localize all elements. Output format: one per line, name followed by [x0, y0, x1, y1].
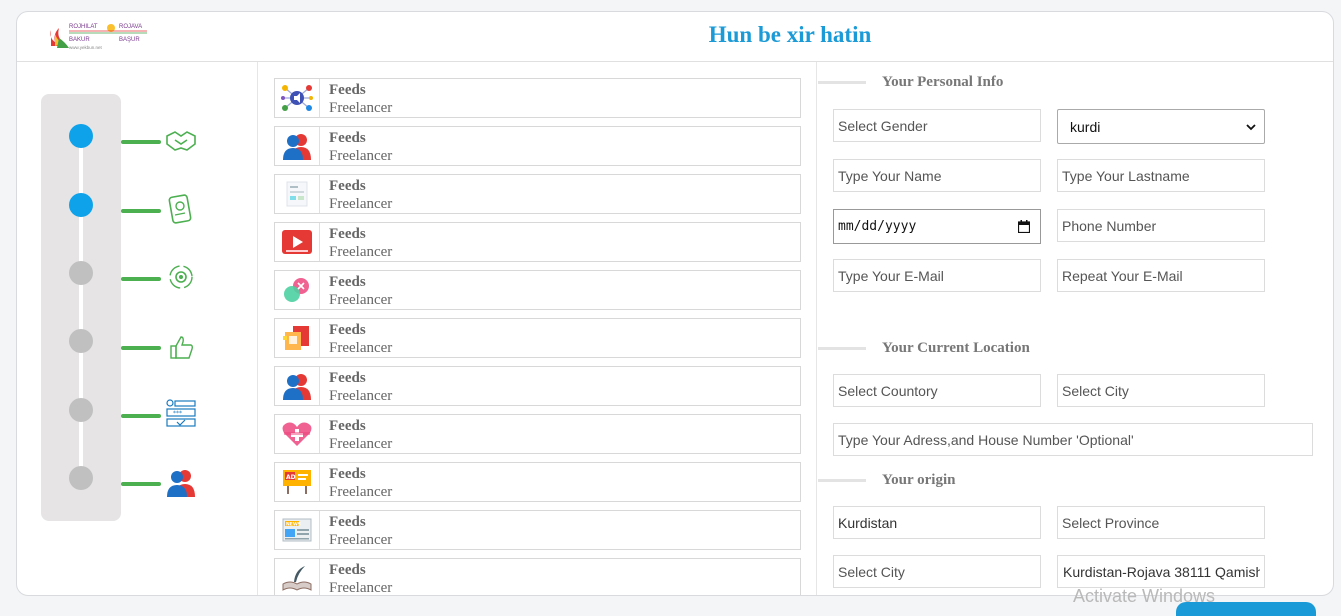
svg-text:AD: AD	[286, 474, 296, 481]
step-2-dot[interactable]	[69, 193, 93, 217]
feed-subtitle: Freelancer	[329, 196, 393, 212]
steps-line	[79, 134, 83, 479]
step-5-dot[interactable]	[69, 398, 93, 422]
svg-text:***: ***	[173, 410, 182, 417]
floating-action-button[interactable]	[1176, 602, 1316, 616]
feed-item[interactable]: Feeds Freelancer	[274, 414, 801, 454]
registration-form: Your Personal Info Select Gender kurdi T…	[818, 62, 1333, 595]
personal-info-header: Your Personal Info	[818, 74, 1003, 91]
registration-page: ROJHILAT ROJAVA BAKUR BAŞUR www.yekbun.n…	[16, 11, 1334, 596]
settings-cycle-icon[interactable]	[165, 262, 197, 292]
last-name-input[interactable]: Type Your Lastname	[1057, 159, 1265, 192]
feed-title: Feeds	[329, 178, 366, 194]
bubbles-icon	[284, 278, 309, 302]
step-3-connector	[121, 277, 161, 281]
feed-subtitle: Freelancer	[329, 100, 393, 116]
feed-subtitle: Freelancer	[329, 244, 393, 260]
svg-text:NEWS: NEWS	[286, 522, 301, 528]
steps-track	[41, 94, 121, 521]
feed-item[interactable]: NEWS Feeds Freelancer	[274, 510, 801, 550]
network-speaker-icon	[281, 85, 313, 111]
step-5-connector	[121, 414, 161, 418]
users-icon	[283, 134, 311, 160]
feed-item[interactable]: Feeds Freelancer	[274, 174, 801, 214]
calendar-icon[interactable]	[1018, 220, 1030, 233]
gallery-icon	[283, 326, 309, 350]
password-form-icon[interactable]: ***	[165, 399, 197, 429]
step-2-connector	[121, 209, 161, 213]
phone-input[interactable]: Phone Number	[1057, 209, 1265, 242]
feed-item[interactable]: Feeds Freelancer	[274, 366, 801, 406]
origin-header: Your origin	[818, 472, 955, 489]
first-name-input[interactable]: Type Your Name	[833, 159, 1041, 192]
thumbs-up-icon[interactable]	[165, 332, 197, 362]
progress-steps: ***	[17, 62, 258, 595]
users-icon[interactable]	[165, 467, 197, 497]
origin-country-select[interactable]: Kurdistan	[833, 506, 1041, 539]
step-6-connector	[121, 482, 161, 486]
feed-item[interactable]: AD Feeds Freelancer	[274, 462, 801, 502]
video-play-icon	[282, 230, 312, 254]
feed-subtitle: Freelancer	[329, 532, 393, 548]
feed-title: Feeds	[329, 466, 366, 482]
origin-province-select[interactable]: Select Province	[1057, 506, 1265, 539]
country-select[interactable]: Select Countory	[833, 374, 1041, 407]
id-card-icon[interactable]	[165, 194, 197, 224]
feed-subtitle: Freelancer	[329, 388, 393, 404]
handshake-icon[interactable]	[165, 126, 197, 156]
origin-address-input[interactable]: Kurdistan-Rojava 38111 Qamishlo	[1057, 555, 1265, 588]
welcome-title: Hun be xir hatin	[708, 22, 872, 47]
gender-select[interactable]: Select Gender	[833, 109, 1041, 142]
health-heart-icon	[282, 422, 312, 446]
feeds-list: Feeds Freelancer Feeds Freelancer Feeds …	[259, 62, 817, 596]
birthdate-input[interactable]: mm/dd/yyyy	[833, 209, 1041, 244]
feed-title: Feeds	[329, 322, 366, 338]
step-6-dot[interactable]	[69, 466, 93, 490]
feed-subtitle: Freelancer	[329, 484, 393, 500]
current-location-header: Your Current Location	[818, 340, 1030, 357]
news-icon: NEWS	[282, 518, 312, 542]
step-4-connector	[121, 346, 161, 350]
chevron-down-icon	[1246, 123, 1256, 130]
feed-subtitle: Freelancer	[329, 580, 393, 596]
feed-title: Feeds	[329, 226, 366, 242]
step-4-dot[interactable]	[69, 329, 93, 353]
feed-title: Feeds	[329, 562, 366, 578]
personal-info-title: Your Personal Info	[882, 74, 1004, 90]
feed-item[interactable]: Feeds Freelancer	[274, 78, 801, 118]
feed-title: Feeds	[329, 130, 366, 146]
origin-title: Your origin	[882, 472, 956, 488]
feed-subtitle: Freelancer	[329, 148, 393, 164]
language-select[interactable]: kurdi	[1057, 109, 1265, 144]
feed-title: Feeds	[329, 274, 366, 290]
feed-title: Feeds	[329, 82, 366, 98]
feed-item[interactable]: Feeds Freelancer	[274, 222, 801, 262]
feed-subtitle: Freelancer	[329, 292, 393, 308]
document-icon	[286, 181, 308, 207]
feed-title: Feeds	[329, 418, 366, 434]
origin-city-select[interactable]: Select City	[833, 555, 1041, 588]
address-input[interactable]: Type Your Adress,and House Number 'Optio…	[833, 423, 1313, 456]
feed-item[interactable]: Feeds Freelancer	[274, 558, 801, 596]
feed-item[interactable]: Feeds Freelancer	[274, 126, 801, 166]
city-select[interactable]: Select City	[1057, 374, 1265, 407]
step-3-dot[interactable]	[69, 261, 93, 285]
feed-item[interactable]: Feeds Freelancer	[274, 318, 801, 358]
email-repeat-input[interactable]: Repeat Your E-Mail	[1057, 259, 1265, 292]
feed-title: Feeds	[329, 514, 366, 530]
feed-item[interactable]: Feeds Freelancer	[274, 270, 801, 310]
feed-subtitle: Freelancer	[329, 436, 393, 452]
users-icon	[283, 374, 311, 400]
current-location-title: Your Current Location	[882, 340, 1030, 356]
page-header: ROJHILAT ROJAVA BAKUR BAŞUR www.yekbun.n…	[17, 12, 1333, 62]
ad-board-icon: AD	[283, 470, 311, 494]
feed-title: Feeds	[329, 370, 366, 386]
feed-subtitle: Freelancer	[329, 340, 393, 356]
step-1-dot[interactable]	[69, 124, 93, 148]
step-1-connector	[121, 140, 161, 144]
book-quill-icon	[282, 566, 312, 591]
email-input[interactable]: Type Your E-Mail	[833, 259, 1041, 292]
